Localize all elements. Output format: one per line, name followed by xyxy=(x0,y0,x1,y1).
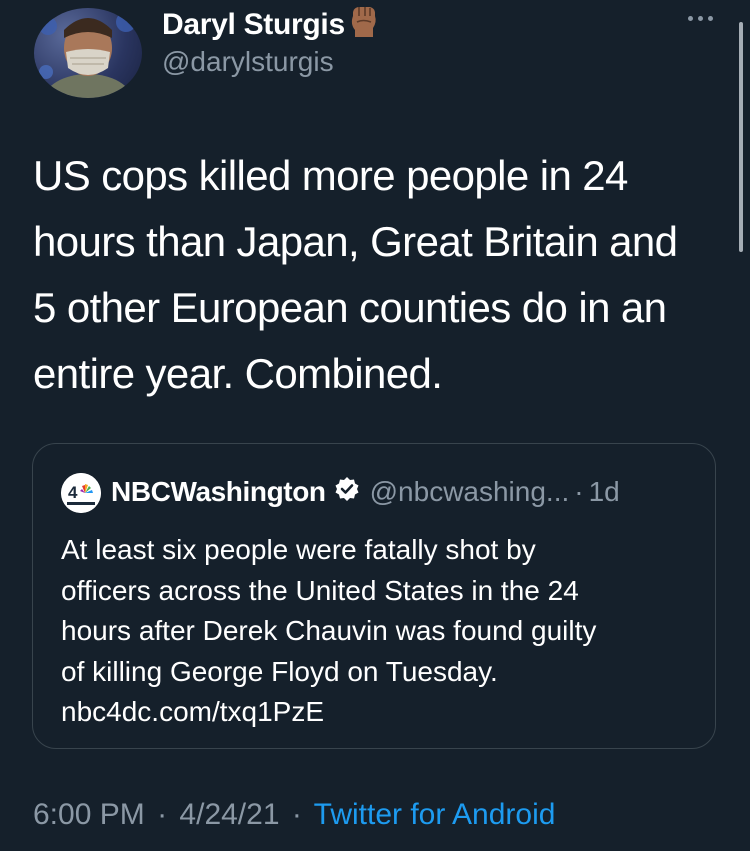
tweet-time[interactable]: 6:00 PM xyxy=(33,798,145,831)
quoted-link[interactable]: nbc4dc.com/txq1PzE xyxy=(61,692,701,733)
ellipsis-icon xyxy=(697,15,703,21)
tweet-text-line: 5 other European counties do in an xyxy=(33,284,667,331)
quoted-tweet-text: At least six people were fatally shot by… xyxy=(61,530,701,733)
meta-separator: · xyxy=(157,798,168,831)
quoted-text-line: hours after Derek Chauvin was found guil… xyxy=(61,615,597,646)
quoted-author-name[interactable]: NBCWashington xyxy=(111,476,326,508)
quoted-tweet-header: NBCWashington @nbcwashing... · 1d xyxy=(111,474,620,510)
verified-badge-icon xyxy=(334,476,360,509)
ellipsis-icon xyxy=(687,15,693,21)
quoted-text-line: of killing George Floyd on Tuesday. xyxy=(61,655,498,687)
tweet-text-line: entire year. Combined. xyxy=(33,350,443,397)
avatar-photo-icon xyxy=(39,12,136,98)
quoted-tweet-time[interactable]: 1d xyxy=(589,476,620,508)
header-separator: · xyxy=(574,476,584,507)
tweet-source-link[interactable]: Twitter for Android xyxy=(314,798,556,831)
quoted-tweet-card[interactable]: 4 NBCWashington @nbcwashing... · 1d At l… xyxy=(32,443,716,749)
nbc-logo-icon[interactable]: 4 xyxy=(61,473,101,513)
author-handle[interactable]: @darylsturgis xyxy=(162,46,334,78)
quoted-text-line: officers across the United States in the… xyxy=(61,574,579,606)
meta-separator: · xyxy=(291,798,302,831)
tweet-date[interactable]: 4/24/21 xyxy=(179,798,279,831)
tweet-meta: 6:00 PM · 4/24/21 · Twitter for Android xyxy=(33,798,555,832)
tweet-text: US cops killed more people in 24 hours t… xyxy=(33,143,723,407)
author-name[interactable]: Daryl Sturgis xyxy=(162,4,381,46)
svg-text:4: 4 xyxy=(68,483,78,502)
tweet-text-line: hours than Japan, Great Britain and xyxy=(33,218,678,265)
scrollbar-thumb[interactable] xyxy=(739,22,743,252)
quoted-author-handle[interactable]: @nbcwashing... xyxy=(370,476,570,508)
author-avatar[interactable] xyxy=(34,8,142,98)
author-name-text: Daryl Sturgis xyxy=(162,8,345,41)
more-options-button[interactable] xyxy=(682,6,718,30)
ellipsis-icon xyxy=(707,15,713,21)
quoted-text-line: At least six people were fatally shot by xyxy=(61,534,536,565)
raised-fist-icon xyxy=(347,4,381,46)
tweet-text-line: US cops killed more people in 24 xyxy=(33,152,628,199)
